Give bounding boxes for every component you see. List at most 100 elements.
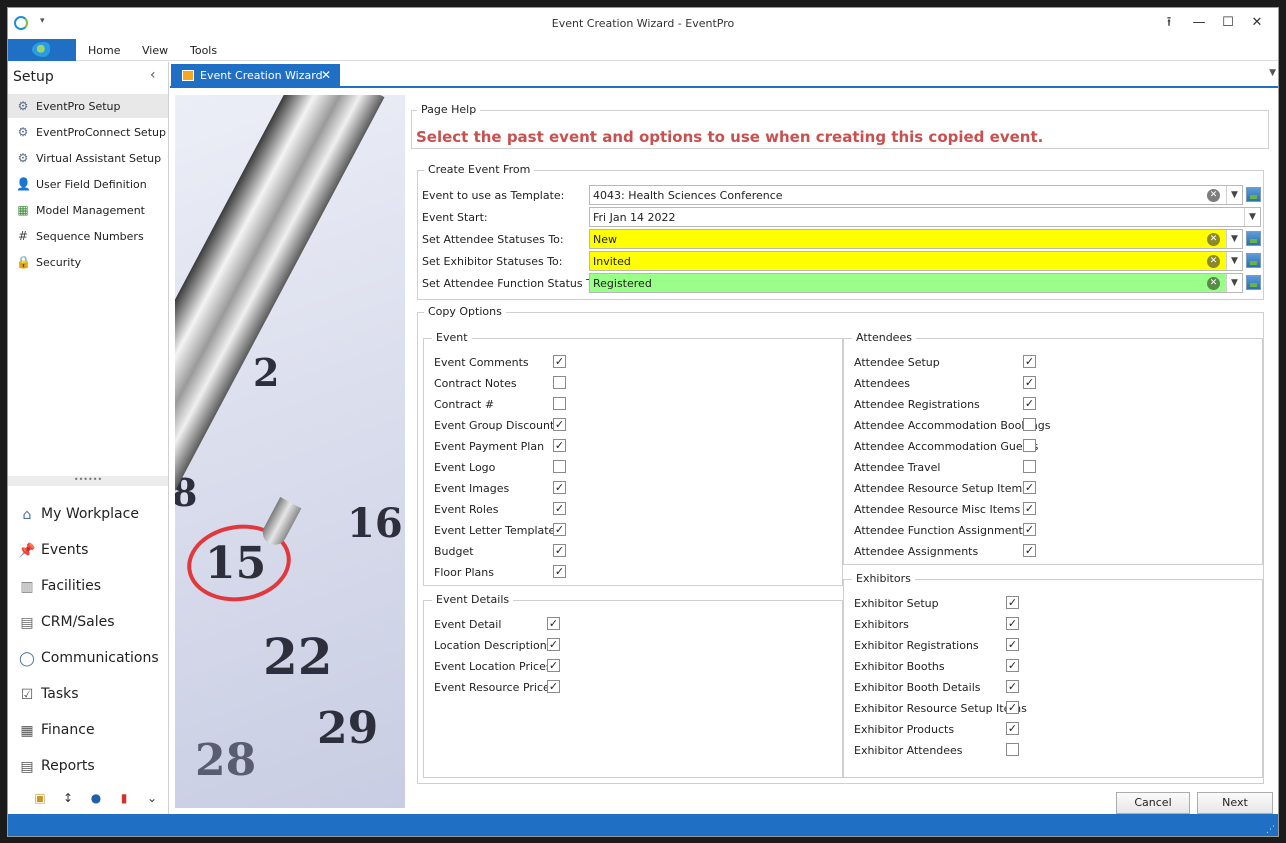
tab-list-dropdown-icon[interactable]: ▼: [1269, 68, 1276, 78]
option-attendee-travel[interactable]: Attendee Travel: [844, 457, 1262, 478]
template-event-combo[interactable]: 4043: Health Sciences Conference ✕ ▼: [589, 185, 1243, 205]
restore-ribbon-button[interactable]: ⭱: [1158, 13, 1180, 33]
chevron-down-icon[interactable]: ▼: [1244, 208, 1260, 226]
checkbox[interactable]: ✓: [1023, 376, 1036, 389]
notes-icon[interactable]: ▣: [32, 790, 48, 806]
tab-tools[interactable]: Tools: [190, 44, 217, 57]
option-event-roles[interactable]: Event Roles ✓: [424, 499, 842, 520]
option-attendee-assignments[interactable]: Attendee Assignments ✓: [844, 541, 1262, 562]
option-attendee-setup[interactable]: Attendee Setup ✓: [844, 352, 1262, 373]
checkbox[interactable]: ✓: [1006, 659, 1019, 672]
checkbox[interactable]: ✓: [553, 544, 566, 557]
module-communications[interactable]: ◯ Communications: [8, 641, 168, 675]
option-contract-number[interactable]: Contract #: [424, 394, 842, 415]
sync-arrows-icon[interactable]: ↕: [60, 790, 76, 806]
option-event-images[interactable]: Event Images ✓: [424, 478, 842, 499]
event-start-date-picker[interactable]: Fri Jan 14 2022 ▼: [589, 207, 1261, 227]
option-exhibitor-booths[interactable]: Exhibitor Booths ✓: [844, 656, 1262, 677]
setup-item-sequence-numbers[interactable]: # Sequence Numbers: [8, 224, 168, 248]
clear-icon[interactable]: ✕: [1207, 189, 1220, 202]
option-event-group-discounts[interactable]: Event Group Discounts ✓: [424, 415, 842, 436]
module-my-workplace[interactable]: ⌂ My Workplace: [8, 497, 168, 531]
setup-item-model-management[interactable]: ▦ Model Management: [8, 198, 168, 222]
option-exhibitor-resource-setup-items[interactable]: Exhibitor Resource Setup Items ✓: [844, 698, 1262, 719]
checkbox[interactable]: ✓: [553, 481, 566, 494]
chart-icon[interactable]: ▮: [116, 790, 132, 806]
option-floor-plans[interactable]: Floor Plans ✓: [424, 562, 842, 583]
attendee-status-combo[interactable]: New ✕ ▼: [589, 229, 1243, 249]
checkbox[interactable]: ✓: [547, 659, 560, 672]
setup-item-security[interactable]: 🔒 Security: [8, 250, 168, 274]
option-attendee-accommodation-bookings[interactable]: Attendee Accommodation Bookings: [844, 415, 1262, 436]
checkbox[interactable]: ✓: [1006, 638, 1019, 651]
checkbox[interactable]: ✓: [1006, 617, 1019, 630]
open-record-icon[interactable]: [1246, 253, 1261, 268]
clear-icon[interactable]: ✕: [1207, 255, 1220, 268]
pane-splitter[interactable]: ••••••: [8, 476, 168, 486]
module-facilities[interactable]: ▥ Facilities: [8, 569, 168, 603]
setup-item-eventpro-setup[interactable]: ⚙ EventPro Setup: [8, 94, 168, 118]
checkbox[interactable]: ✓: [553, 502, 566, 515]
open-record-icon[interactable]: [1246, 231, 1261, 246]
setup-item-user-field-definition[interactable]: 👤 User Field Definition: [8, 172, 168, 196]
checkbox[interactable]: ✓: [1023, 481, 1036, 494]
option-exhibitor-attendees[interactable]: Exhibitor Attendees: [844, 740, 1262, 761]
option-exhibitor-setup[interactable]: Exhibitor Setup ✓: [844, 593, 1262, 614]
checkbox[interactable]: [553, 397, 566, 410]
checkbox[interactable]: ✓: [1023, 397, 1036, 410]
option-location-description[interactable]: Location Description ✓: [424, 635, 842, 656]
checkbox[interactable]: ✓: [553, 355, 566, 368]
checkbox[interactable]: ✓: [1023, 523, 1036, 536]
checkbox[interactable]: [1006, 743, 1019, 756]
chevron-down-icon[interactable]: ▼: [1226, 274, 1242, 292]
checkbox[interactable]: ✓: [547, 680, 560, 693]
checkbox[interactable]: [553, 376, 566, 389]
chevron-down-icon[interactable]: ▼: [1226, 186, 1242, 204]
checkbox[interactable]: ✓: [1006, 680, 1019, 693]
option-exhibitor-registrations[interactable]: Exhibitor Registrations ✓: [844, 635, 1262, 656]
next-button[interactable]: Next: [1197, 792, 1273, 814]
tab-view[interactable]: View: [142, 44, 168, 57]
checkbox[interactable]: ✓: [553, 418, 566, 431]
open-record-icon[interactable]: [1246, 187, 1261, 202]
option-event-comments[interactable]: Event Comments ✓: [424, 352, 842, 373]
checkbox[interactable]: ✓: [1023, 544, 1036, 557]
module-events[interactable]: 📌 Events: [8, 533, 168, 567]
module-finance[interactable]: ▦ Finance: [8, 713, 168, 747]
option-event-detail[interactable]: Event Detail ✓: [424, 614, 842, 635]
option-event-letter-templates[interactable]: Event Letter Templates ✓: [424, 520, 842, 541]
attendee-function-status-combo[interactable]: Registered ✕ ▼: [589, 273, 1243, 293]
checkbox[interactable]: ✓: [1006, 701, 1019, 714]
cancel-button[interactable]: Cancel: [1116, 792, 1190, 814]
option-budget[interactable]: Budget ✓: [424, 541, 842, 562]
option-event-logo[interactable]: Event Logo: [424, 457, 842, 478]
checkbox[interactable]: ✓: [1006, 722, 1019, 735]
tab-home[interactable]: Home: [88, 44, 120, 57]
checkbox[interactable]: [1023, 460, 1036, 473]
globe-icon[interactable]: ●: [88, 790, 104, 806]
open-record-icon[interactable]: [1246, 275, 1261, 290]
close-button[interactable]: ✕: [1246, 13, 1268, 33]
collapse-pane-button[interactable]: ‹: [150, 67, 156, 83]
chevron-down-icon[interactable]: ▼: [1226, 230, 1242, 248]
tab-event-creation-wizard[interactable]: Event Creation Wizard ✕: [171, 64, 340, 88]
clear-icon[interactable]: ✕: [1207, 233, 1220, 246]
module-crm-sales[interactable]: ▤ CRM/Sales: [8, 605, 168, 639]
file-menu-button[interactable]: [8, 39, 76, 61]
option-attendee-accommodation-guests[interactable]: Attendee Accommodation Guests: [844, 436, 1262, 457]
checkbox[interactable]: ✓: [553, 439, 566, 452]
checkbox[interactable]: [1023, 439, 1036, 452]
checkbox[interactable]: [553, 460, 566, 473]
checkbox[interactable]: ✓: [553, 565, 566, 578]
option-attendee-resource-setup-items[interactable]: Attendee Resource Setup Items ✓: [844, 478, 1262, 499]
checkbox[interactable]: ✓: [547, 617, 560, 630]
option-event-resource-prices[interactable]: Event Resource Prices ✓: [424, 677, 842, 698]
option-exhibitor-booth-details[interactable]: Exhibitor Booth Details ✓: [844, 677, 1262, 698]
module-tasks[interactable]: ☑ Tasks: [8, 677, 168, 711]
more-modules-icon[interactable]: ⌄: [144, 790, 160, 806]
setup-item-eventproconnect-setup[interactable]: ⚙ EventProConnect Setup: [8, 120, 168, 144]
close-tab-icon[interactable]: ✕: [321, 68, 331, 82]
exhibitor-status-combo[interactable]: Invited ✕ ▼: [589, 251, 1243, 271]
chevron-down-icon[interactable]: ▼: [1226, 252, 1242, 270]
resize-grip-icon[interactable]: ⋰: [1266, 825, 1275, 835]
